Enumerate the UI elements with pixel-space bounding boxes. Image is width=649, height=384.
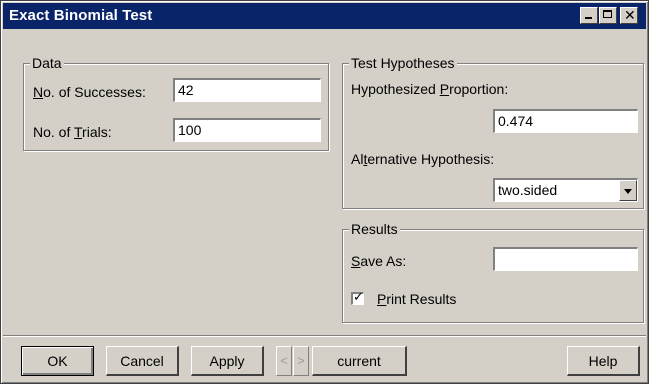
save-as-label: Save As: xyxy=(351,253,407,269)
cancel-button[interactable]: Cancel xyxy=(106,346,179,376)
dropdown-button[interactable] xyxy=(619,180,637,201)
results-group-title: Results xyxy=(349,221,400,237)
alternative-select[interactable]: two.sided xyxy=(493,178,638,202)
checkmark-icon: ✓ xyxy=(353,289,364,304)
chevron-down-icon xyxy=(624,189,632,194)
successes-label: No. of Successes: xyxy=(33,84,146,100)
previous-button[interactable]: < xyxy=(276,346,292,376)
maximize-icon xyxy=(603,10,612,18)
proportion-label: Hypothesized Proportion: xyxy=(351,81,509,97)
print-results-label: Print Results xyxy=(377,291,457,307)
proportion-input[interactable]: 0.474 xyxy=(493,109,638,133)
close-button[interactable]: ✕ xyxy=(620,7,638,24)
trials-input[interactable]: 100 xyxy=(173,118,321,142)
data-group-title: Data xyxy=(30,55,64,71)
maximize-button[interactable] xyxy=(599,7,617,24)
close-icon: ✕ xyxy=(624,7,636,23)
save-as-input[interactable] xyxy=(493,247,638,271)
test-hypotheses-title: Test Hypotheses xyxy=(349,55,457,71)
trials-label: No. of Trials: xyxy=(33,124,112,140)
next-button[interactable]: > xyxy=(293,346,309,376)
ok-button[interactable]: OK xyxy=(21,346,94,376)
separator xyxy=(3,335,646,337)
apply-button[interactable]: Apply xyxy=(191,346,264,376)
successes-input[interactable]: 42 xyxy=(173,78,321,102)
minimize-button[interactable] xyxy=(580,7,598,24)
window-title: Exact Binomial Test xyxy=(9,7,153,24)
title-bar[interactable]: Exact Binomial Test ✕ xyxy=(3,3,646,29)
current-button[interactable]: current xyxy=(312,346,407,376)
help-button[interactable]: Help xyxy=(567,346,640,376)
print-results-checkbox[interactable]: ✓ xyxy=(351,289,364,305)
results-group: Results xyxy=(342,221,644,323)
minimize-icon xyxy=(585,17,592,19)
dialog-window: Exact Binomial Test ✕ Data No. of Succes… xyxy=(0,0,649,384)
alternative-label: Alternative Hypothesis: xyxy=(351,151,495,167)
